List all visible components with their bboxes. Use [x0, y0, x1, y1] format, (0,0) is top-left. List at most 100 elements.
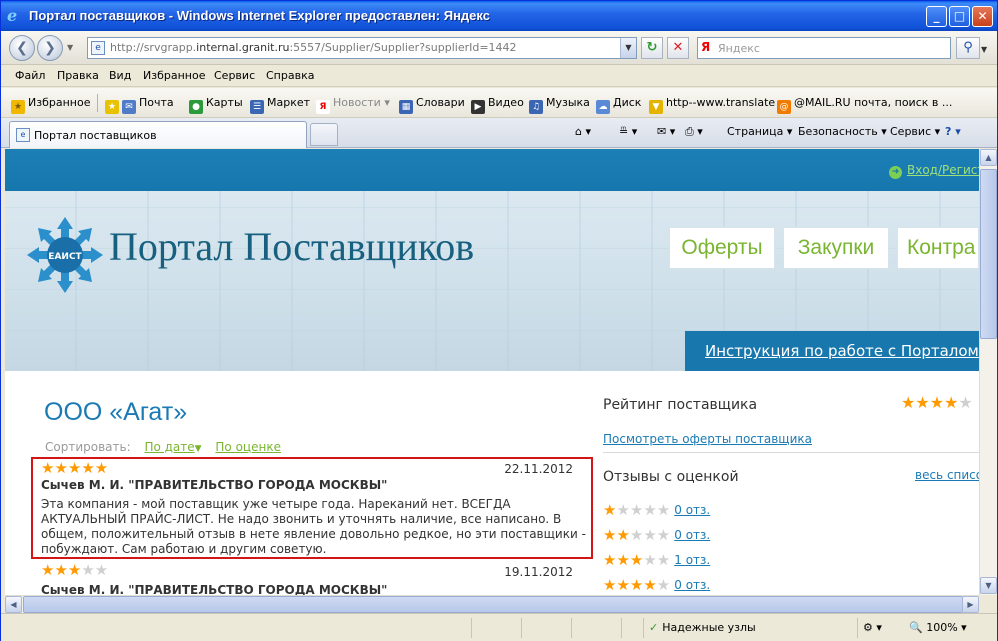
fav-music[interactable]: ♫ Музыка: [529, 96, 590, 114]
nav-offers[interactable]: Оферты: [669, 227, 775, 269]
mail-read-icon[interactable]: ✉ ▾: [657, 125, 675, 138]
rating-count-link[interactable]: 0 отз.: [674, 528, 710, 542]
fav-maps[interactable]: ● Карты: [189, 96, 243, 114]
menu-file[interactable]: Файл: [15, 69, 45, 82]
reviews-title: Отзывы с оценкой: [603, 469, 739, 485]
dictionary-icon: ▦: [399, 100, 413, 114]
back-button[interactable]: ❮: [9, 35, 35, 61]
company-name: ООО «Агат»: [44, 398, 188, 426]
status-divider: [571, 618, 572, 638]
maximize-button[interactable]: □: [949, 6, 970, 27]
status-bar: ✓ Надежные узлы ⚙ ▾ 🔍 100% ▾: [1, 613, 997, 641]
menu-help[interactable]: Справка: [266, 69, 314, 82]
tab-page-icon: e: [16, 128, 30, 142]
view-offers-link[interactable]: Посмотреть оферты поставщика: [603, 432, 812, 446]
tools-menu[interactable]: Сервис ▾: [890, 125, 940, 138]
supplier-content: ООО «Агат» Сортировать: По дате▼ По оцен…: [25, 371, 979, 595]
fav-mailru[interactable]: @ @MAIL.RU почта, поиск в ...: [777, 96, 952, 114]
maps-icon: ●: [189, 100, 203, 114]
fav-disk[interactable]: ☁ Диск: [596, 96, 641, 114]
add-favorite-icon: ★: [105, 100, 119, 114]
yandex-icon: Я: [701, 40, 711, 54]
stop-button[interactable]: ✕: [667, 37, 689, 59]
tab-label: Портал поставщиков: [34, 129, 157, 142]
music-icon: ♫: [529, 100, 543, 114]
page-icon: e: [91, 41, 105, 55]
nav-contracts[interactable]: Контра: [897, 227, 979, 269]
menu-edit[interactable]: Правка: [57, 69, 99, 82]
favorites-button[interactable]: ★ Избранное: [11, 96, 90, 114]
instructions-link[interactable]: Инструкция по работе с Порталом: [685, 331, 979, 371]
all-reviews-link[interactable]: весь списо: [915, 468, 979, 482]
search-input[interactable]: Я Яндекс: [697, 37, 951, 59]
sort-by-date-link[interactable]: По дате: [144, 440, 194, 454]
page-viewport: ➜ Вход/Регист ЕАИСТ Портал Поставщиков Оф: [5, 149, 979, 595]
review-date: 22.11.2012: [504, 462, 573, 476]
print-icon[interactable]: ⎙ ▾: [685, 125, 703, 139]
help-icon[interactable]: ? ▾: [945, 125, 961, 138]
scroll-up-icon[interactable]: ▲: [980, 149, 997, 166]
fav-mail[interactable]: ★ ✉ Почта: [105, 96, 174, 114]
history-dropdown-icon[interactable]: ▼: [67, 43, 73, 52]
menu-tools[interactable]: Сервис: [214, 69, 255, 82]
horizontal-scrollbar[interactable]: ◀ ▶: [5, 595, 979, 613]
title-bar[interactable]: e Портал поставщиков - Windows Internet …: [1, 1, 997, 31]
minimize-button[interactable]: _: [926, 6, 947, 27]
yandex-news-icon: Я: [316, 100, 330, 114]
rating-count-link[interactable]: 1 отз.: [674, 553, 710, 567]
scroll-down-icon[interactable]: ▼: [980, 577, 997, 594]
horizontal-scroll-thumb[interactable]: [23, 596, 963, 613]
tab-supplier-portal[interactable]: e Портал поставщиков: [9, 121, 307, 148]
market-icon: ☰: [250, 100, 264, 114]
vertical-scroll-thumb[interactable]: [980, 169, 997, 339]
address-dropdown-icon[interactable]: ▼: [620, 38, 636, 58]
new-tab-button[interactable]: [310, 123, 338, 146]
fav-dictionaries[interactable]: ▦ Словари: [399, 96, 465, 114]
tab-bar: e Портал поставщиков ⌂ ▾ ≞ ▾ ✉ ▾ ⎙ ▾ Стр…: [1, 118, 997, 148]
portal-title: Портал Поставщиков: [109, 224, 475, 269]
status-divider: [621, 618, 622, 638]
login-link[interactable]: ➜ Вход/Регист: [889, 163, 979, 179]
status-divider: [521, 618, 522, 638]
divider: [603, 452, 979, 453]
sort-by-rating-link[interactable]: По оценке: [215, 440, 281, 454]
page-menu[interactable]: Страница ▾: [727, 125, 792, 138]
home-icon[interactable]: ⌂ ▾: [575, 125, 591, 138]
fav-market[interactable]: ☰ Маркет: [250, 96, 310, 114]
vertical-scrollbar[interactable]: ▲ ▼: [979, 149, 997, 595]
menu-favorites[interactable]: Избранное: [143, 69, 205, 82]
ie-window: e Портал поставщиков - Windows Internet …: [0, 0, 998, 641]
address-toolbar: ❮ ❯ ▼ e http://srvgrapp.internal.granit.…: [1, 31, 997, 65]
nav-purchases[interactable]: Закупки: [783, 227, 889, 269]
forward-button[interactable]: ❯: [37, 35, 63, 61]
rating-count-link[interactable]: 0 отз.: [674, 503, 710, 517]
security-zone[interactable]: ✓ Надежные узлы: [649, 621, 756, 634]
zoom-control[interactable]: 🔍 100% ▾: [909, 621, 967, 634]
fav-translate[interactable]: ▼ http--www.translate: [649, 96, 775, 114]
supplier-rating-stars: ★★★★★: [901, 393, 973, 412]
search-dropdown-icon[interactable]: ▼: [981, 45, 987, 54]
close-button[interactable]: ✕: [972, 6, 993, 27]
safety-menu[interactable]: Безопасность ▾: [798, 125, 887, 138]
menu-view[interactable]: Вид: [109, 69, 131, 82]
scroll-corner: [979, 595, 997, 613]
review-stars: ★★★★★: [41, 459, 109, 477]
sort-label: Сортировать:: [45, 440, 131, 454]
menu-bar: Файл Правка Вид Избранное Сервис Справка: [1, 65, 997, 87]
rating-title: Рейтинг поставщика: [603, 397, 758, 413]
rating-row: ★★★★★ 0 отз.: [603, 526, 711, 544]
refresh-button[interactable]: ↻: [641, 37, 663, 59]
scroll-left-icon[interactable]: ◀: [5, 596, 22, 613]
review-item: ★★★★★ 19.11.2012 Сычев М. И. "ПРАВИТЕЛЬС…: [31, 561, 593, 595]
address-bar[interactable]: e http://srvgrapp.internal.granit.ru:555…: [87, 37, 637, 59]
feeds-icon[interactable]: ≞ ▾: [619, 125, 637, 138]
fav-news[interactable]: Я Новости ▾: [316, 96, 390, 114]
review-author: Сычев М. И. "ПРАВИТЕЛЬСТВО ГОРОДА МОСКВЫ…: [41, 583, 388, 595]
rating-count-link[interactable]: 0 отз.: [674, 578, 710, 592]
search-icon[interactable]: ⚲: [956, 37, 980, 59]
scroll-right-icon[interactable]: ▶: [962, 596, 979, 613]
address-url[interactable]: http://srvgrapp.internal.granit.ru:5557/…: [110, 41, 517, 54]
protected-mode-icon[interactable]: ⚙ ▾: [863, 621, 882, 634]
favorites-separator: [97, 94, 98, 112]
fav-video[interactable]: ▶ Видео: [471, 96, 524, 114]
